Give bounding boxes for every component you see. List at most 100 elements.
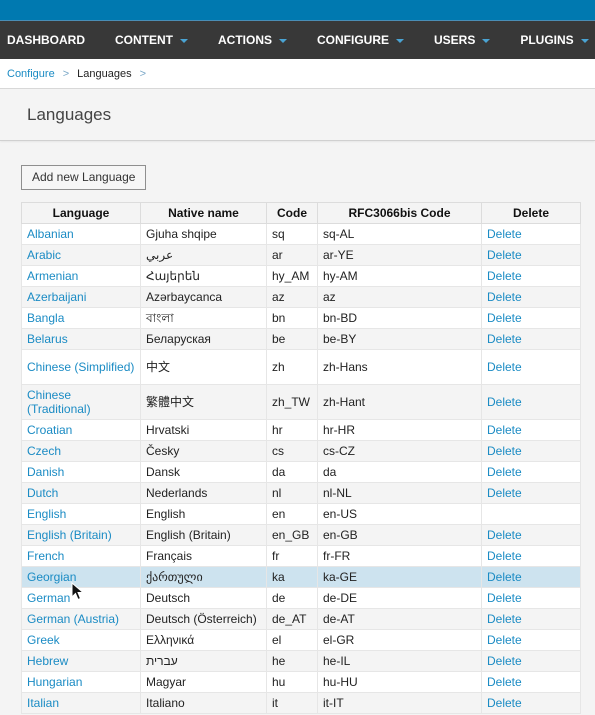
rfc-cell: hy-AM — [317, 265, 482, 287]
top-bar — [0, 0, 595, 21]
del-cell: Delete — [481, 692, 581, 714]
delete-link[interactable]: Delete — [487, 549, 522, 563]
lang-cell: Greek — [21, 629, 141, 651]
table-header-row: Language Native name Code RFC3066bis Cod… — [21, 202, 581, 224]
rfc-code-cell: fr-FR — [323, 549, 351, 563]
table-row: Danish Dansk da da Delete — [21, 461, 581, 483]
language-link[interactable]: Dutch — [27, 486, 58, 500]
lang-cell: Croatian — [21, 419, 141, 441]
rfc-cell: en-US — [317, 503, 482, 525]
table-row: Albanian Gjuha shqipe sq sq-AL Delete — [21, 223, 581, 245]
native-cell: Deutsch (Österreich) — [140, 608, 267, 630]
nav-content[interactable]: Content — [115, 21, 188, 59]
add-language-button[interactable]: Add new Language — [21, 165, 147, 190]
language-link[interactable]: Italian — [27, 696, 59, 710]
language-link[interactable]: Greek — [27, 633, 60, 647]
code-cell: de_AT — [266, 608, 318, 630]
native-name-cell: English — [146, 507, 186, 521]
delete-link[interactable]: Delete — [487, 675, 522, 689]
languages-table: Language Native name Code RFC3066bis Cod… — [21, 202, 581, 714]
lang-cell: Azerbaijani — [21, 286, 141, 308]
native-name-cell: Hrvatski — [146, 423, 190, 437]
delete-link[interactable]: Delete — [487, 290, 522, 304]
delete-link[interactable]: Delete — [487, 528, 522, 542]
nav-configure[interactable]: Configure — [317, 21, 404, 59]
language-link[interactable]: German (Austria) — [27, 612, 119, 626]
delete-link[interactable]: Delete — [487, 654, 522, 668]
delete-link[interactable]: Delete — [487, 360, 522, 374]
rfc-code-cell: de-DE — [323, 591, 358, 605]
native-cell: Hrvatski — [140, 419, 267, 441]
delete-link[interactable]: Delete — [487, 395, 522, 409]
native-cell: English (Britain) — [140, 524, 267, 546]
language-link[interactable]: Arabic — [27, 248, 61, 262]
delete-link[interactable]: Delete — [487, 332, 522, 346]
nav-label: Users — [434, 33, 476, 47]
native-name-cell: Italiano — [146, 696, 185, 710]
code-cell: hu — [272, 675, 286, 689]
nav-dashboard[interactable]: Dashboard — [7, 21, 85, 59]
language-link[interactable]: Chinese (Traditional) — [27, 388, 91, 416]
delete-link[interactable]: Delete — [487, 696, 522, 710]
native-cell: Magyar — [140, 671, 267, 693]
code-cell: da — [266, 461, 318, 483]
rfc-cell: ka-GE — [317, 566, 482, 588]
language-link[interactable]: Armenian — [27, 269, 78, 283]
language-link[interactable]: German — [27, 591, 70, 605]
delete-link[interactable]: Delete — [487, 311, 522, 325]
nav-plugins[interactable]: Plugins — [520, 21, 589, 59]
language-link[interactable]: English (Britain) — [27, 528, 112, 542]
native-name-cell: Dansk — [146, 465, 181, 479]
language-link[interactable]: Azerbaijani — [27, 290, 86, 304]
language-link[interactable]: Czech — [27, 444, 61, 458]
del-cell: Delete — [481, 524, 581, 546]
native-name-cell: עברית — [146, 654, 178, 668]
delete-link[interactable]: Delete — [487, 227, 522, 241]
native-cell: Ελληνικά — [140, 629, 267, 651]
delete-link[interactable]: Delete — [487, 486, 522, 500]
native-name-cell: Français — [146, 549, 193, 563]
lang-cell: Belarus — [21, 328, 141, 350]
table-row: Croatian Hrvatski hr hr-HR Delete — [21, 419, 581, 441]
header-delete: Delete — [481, 202, 581, 224]
native-name-cell: 繁體中文 — [146, 395, 195, 409]
delete-link[interactable]: Delete — [487, 248, 522, 262]
language-link[interactable]: French — [27, 549, 64, 563]
delete-link[interactable]: Delete — [487, 591, 522, 605]
lang-cell: Czech — [21, 440, 141, 462]
caret-down-icon — [180, 38, 188, 43]
code-cell: ka — [266, 566, 318, 588]
language-link[interactable]: Albanian — [27, 227, 74, 241]
nav-label: Configure — [317, 33, 389, 47]
language-link[interactable]: Bangla — [27, 311, 64, 325]
delete-link[interactable]: Delete — [487, 465, 522, 479]
rfc-cell: bn-BD — [317, 307, 482, 329]
language-link[interactable]: Georgian — [27, 570, 76, 584]
nav-actions[interactable]: Actions — [218, 21, 287, 59]
del-cell: Delete — [481, 671, 581, 693]
language-link[interactable]: Croatian — [27, 423, 72, 437]
breadcrumb-configure[interactable]: Configure — [7, 68, 55, 80]
del-cell: Delete — [481, 461, 581, 483]
language-link[interactable]: Hungarian — [27, 675, 82, 689]
delete-link[interactable]: Delete — [487, 612, 522, 626]
delete-link[interactable]: Delete — [487, 423, 522, 437]
rfc-cell: el-GR — [317, 629, 482, 651]
rfc-cell: en-GB — [317, 524, 482, 546]
delete-link[interactable]: Delete — [487, 570, 522, 584]
language-link[interactable]: Danish — [27, 465, 64, 479]
del-cell: Delete — [481, 328, 581, 350]
rfc-cell: cs-CZ — [317, 440, 482, 462]
del-cell: Delete — [481, 566, 581, 588]
language-link[interactable]: Hebrew — [27, 654, 68, 668]
delete-link[interactable]: Delete — [487, 633, 522, 647]
native-cell: Հայերեն — [140, 265, 267, 287]
language-link[interactable]: Chinese (Simplified) — [27, 360, 134, 374]
delete-link[interactable]: Delete — [487, 269, 522, 283]
language-link[interactable]: Belarus — [27, 332, 68, 346]
language-link[interactable]: English — [27, 507, 66, 521]
delete-link[interactable]: Delete — [487, 444, 522, 458]
native-name-cell: Nederlands — [146, 486, 208, 500]
nav-users[interactable]: Users — [434, 21, 491, 59]
rfc-code-cell: it-IT — [323, 696, 344, 710]
